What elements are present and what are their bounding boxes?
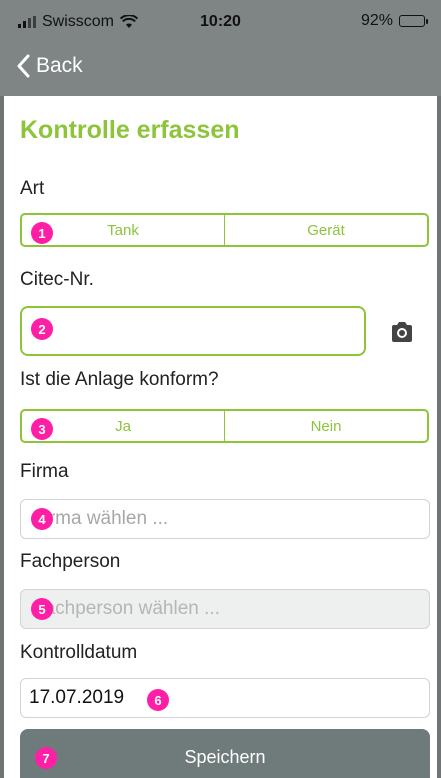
- right-edge: [437, 0, 441, 778]
- konform-label: Ist die Anlage konform?: [20, 369, 219, 390]
- konform-segmented-control: Ja Nein: [20, 409, 429, 443]
- left-edge: [0, 0, 4, 778]
- annotation-badge-4: 4: [31, 508, 53, 530]
- battery-icon: [399, 15, 428, 27]
- app-screen: Swisscom 10:20 92% Back Kontrolle erfass…: [0, 0, 441, 778]
- fachperson-label: Fachperson: [20, 551, 121, 572]
- save-label: Speichern: [184, 747, 266, 767]
- annotation-badge-1: 1: [31, 222, 53, 244]
- back-button[interactable]: Back: [16, 54, 83, 78]
- battery-percent: 92%: [360, 12, 393, 29]
- art-option-geraet[interactable]: Gerät: [224, 215, 427, 245]
- annotation-badge-7: 7: [35, 747, 57, 769]
- chevron-left-icon: [17, 54, 30, 78]
- navigation-bar: Back: [0, 44, 441, 96]
- citec-input[interactable]: [20, 306, 366, 356]
- fachperson-select[interactable]: Fachperson wählen ...: [20, 589, 430, 629]
- firma-select[interactable]: Firma wählen ...: [20, 499, 430, 539]
- status-bar: Swisscom 10:20 92%: [0, 0, 441, 44]
- annotation-badge-6: 6: [147, 689, 169, 711]
- art-label: Art: [20, 178, 45, 199]
- annotation-badge-2: 2: [31, 318, 53, 340]
- camera-icon[interactable]: [390, 321, 414, 343]
- date-field[interactable]: 17.07.2019: [20, 678, 430, 718]
- page-title: Kontrolle erfassen: [20, 116, 240, 144]
- firma-label: Firma: [20, 461, 69, 482]
- konform-option-nein[interactable]: Nein: [224, 411, 427, 441]
- citec-label: Citec-Nr.: [20, 269, 94, 290]
- art-segmented-control: Tank Gerät: [20, 213, 429, 247]
- battery-group: 92%: [360, 12, 428, 30]
- back-label: Back: [36, 54, 83, 77]
- annotation-badge-3: 3: [31, 418, 53, 440]
- annotation-badge-5: 5: [31, 598, 53, 620]
- kontrolldatum-label: Kontrolldatum: [20, 642, 138, 663]
- save-button[interactable]: Speichern: [20, 729, 430, 778]
